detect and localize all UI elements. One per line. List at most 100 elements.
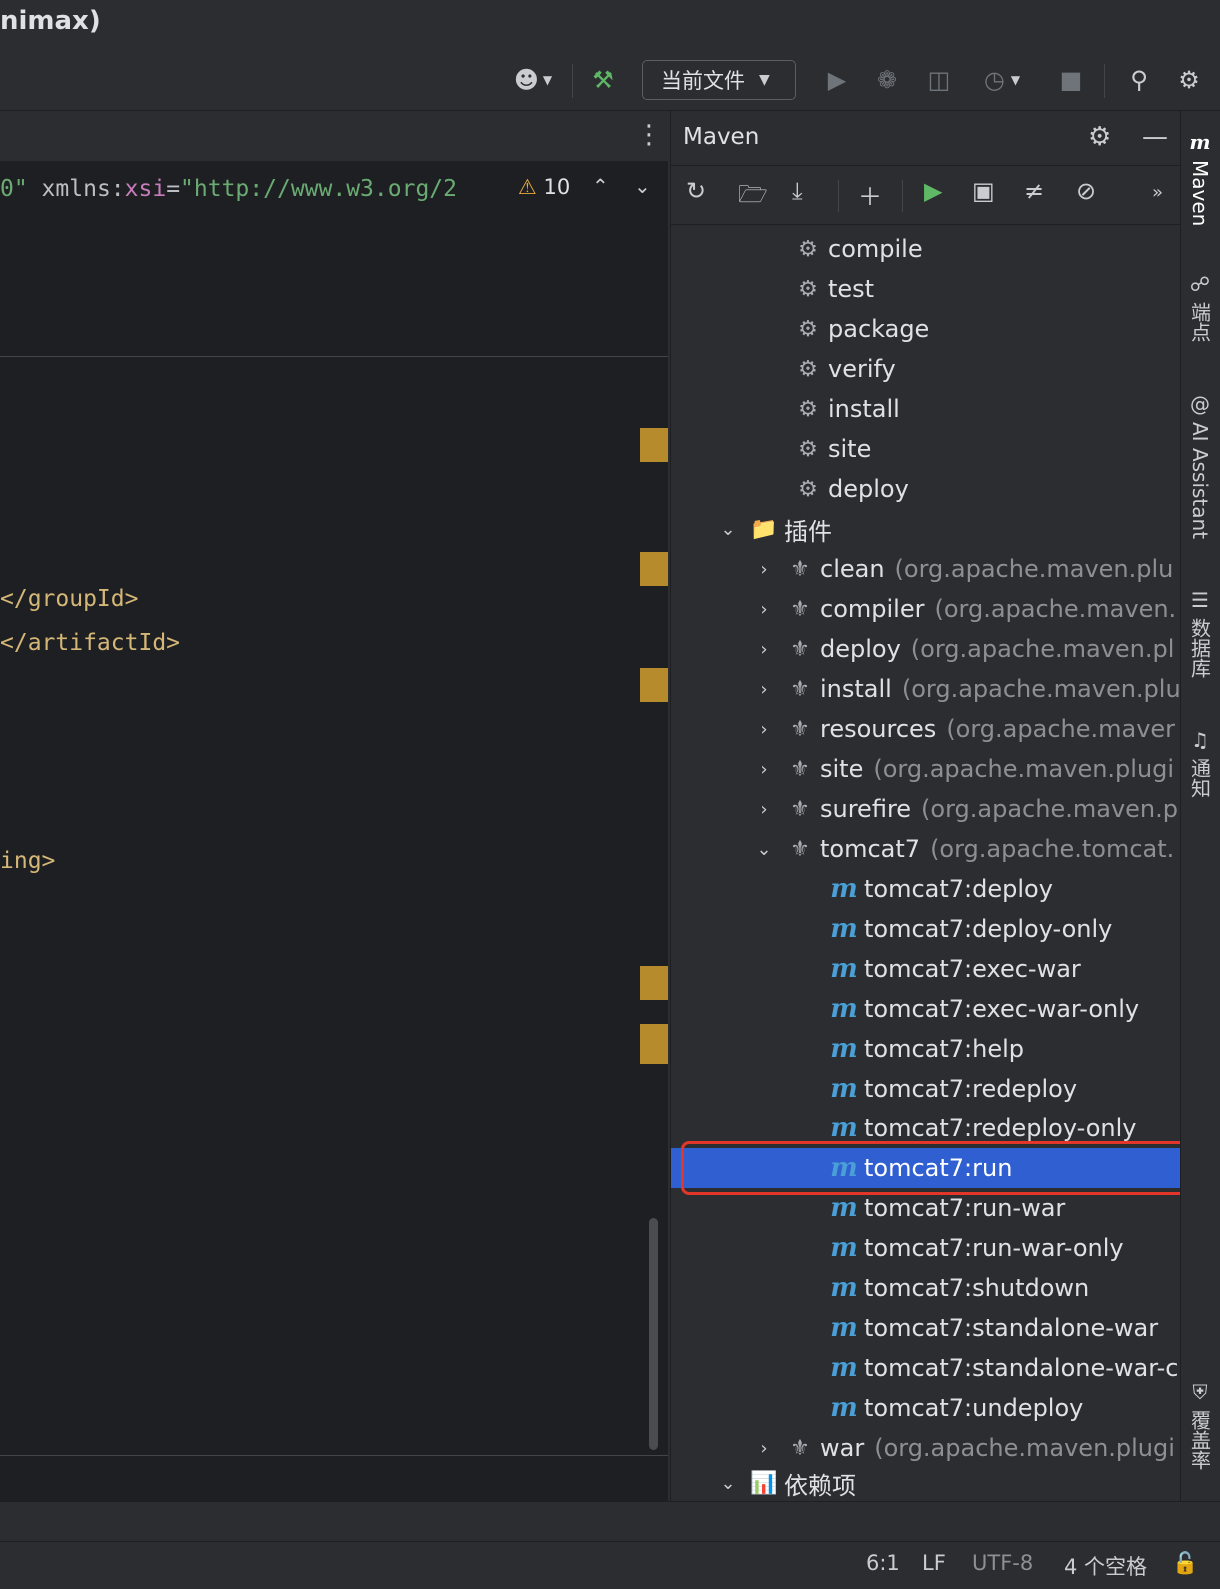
warning-marker[interactable] (640, 552, 668, 586)
plugin-item[interactable]: › ⚜ clean (org.apache.maven.plu (746, 549, 1173, 589)
plugin-item[interactable]: › ⚜ compiler (org.apache.maven. (746, 589, 1176, 629)
plugin-item-tomcat7[interactable]: ⌄ ⚜ tomcat7 (org.apache.tomcat. (746, 829, 1174, 869)
plugin-item[interactable]: › ⚜ resources (org.apache.maver (746, 709, 1175, 749)
settings-icon[interactable]: ⚙ (1172, 64, 1206, 96)
goal-item[interactable]: m tomcat7:run-war-only (826, 1228, 1123, 1268)
warning-marker[interactable] (640, 966, 668, 1000)
sidebar-tab-maven[interactable]: m Maven (1180, 130, 1220, 226)
dependencies-icon: 📊 (750, 1470, 778, 1496)
warning-marker[interactable] (640, 428, 668, 462)
code-editor[interactable] (0, 111, 668, 1501)
gear-icon: ⚙ (798, 276, 818, 302)
toggle-offline-icon[interactable]: ≠ (1024, 177, 1044, 205)
dependencies-node[interactable]: ⌄ 📊 依赖项 (710, 1466, 856, 1500)
lifecycle-item[interactable]: ⚙ site (790, 429, 871, 469)
goal-item[interactable]: m tomcat7:undeploy (826, 1388, 1083, 1428)
goal-item[interactable]: m tomcat7:deploy (826, 869, 1053, 909)
plugin-item[interactable]: › ⚜ surefire (org.apache.maven.p (746, 789, 1178, 829)
lifecycle-item[interactable]: ⚙ test (790, 269, 874, 309)
minimize-icon[interactable]: — (1142, 122, 1168, 152)
lifecycle-item[interactable]: ⚙ deploy (790, 469, 909, 509)
more-icon[interactable]: » (1152, 182, 1163, 203)
goal-item[interactable]: m tomcat7:redeploy (826, 1069, 1077, 1109)
indent-setting[interactable]: 4 个空格 (1064, 1551, 1147, 1581)
more-options-icon[interactable]: ⋮ (636, 122, 662, 148)
execute-goal-icon[interactable]: ▣ (972, 177, 995, 205)
code-line-ing[interactable]: ing> (0, 848, 55, 874)
goal-item[interactable]: m tomcat7:standalone-war-c (826, 1348, 1180, 1388)
profiler-icon[interactable]: ◷ ▼ (974, 64, 1030, 96)
toolbar-separator (1104, 64, 1105, 98)
code-line-artifactid[interactable]: </artifactId> (0, 630, 180, 656)
chevron-right-icon: › (760, 638, 768, 660)
maven-goal-icon: m (830, 1393, 858, 1423)
lifecycle-item[interactable]: ⚙ install (790, 389, 900, 429)
plugins-node[interactable]: ⌄ 📁 插件 (710, 509, 832, 549)
goal-item[interactable]: m tomcat7:deploy-only (826, 909, 1112, 949)
plugin-item[interactable]: › ⚜ site (org.apache.maven.plugi (746, 749, 1174, 789)
goal-item[interactable]: m tomcat7:shutdown (826, 1268, 1089, 1308)
gear-icon: ⚙ (798, 316, 818, 342)
goal-item[interactable]: m tomcat7:standalone-war (826, 1308, 1158, 1348)
sidebar-tab-database[interactable]: ☰ 数据库 (1180, 588, 1220, 678)
coverage-icon[interactable]: ◫ (922, 64, 956, 96)
add-icon[interactable]: ＋ (858, 177, 882, 212)
lock-icon[interactable]: 🔓 (1172, 1551, 1198, 1576)
caret-position[interactable]: 6:1 (866, 1551, 900, 1575)
sidebar-tab-endpoints[interactable]: ☍ 端点 (1180, 272, 1220, 342)
run-config-dropdown[interactable]: 当前文件 ▼ (642, 60, 796, 100)
code-line-namespace[interactable]: 0" xmlns:xsi="http://www.w3.org/2 (0, 176, 457, 202)
sidebar-tab-coverage[interactable]: ⛨ 覆盖率 (1180, 1380, 1220, 1470)
plugins-folder-icon: 📁 (750, 516, 778, 542)
plugin-item[interactable]: › ⚜ install (org.apache.maven.plu (746, 669, 1180, 709)
chevron-down-icon[interactable]: ⌄ (634, 174, 651, 198)
sidebar-tab-notifications[interactable]: ♫ 通知 (1180, 728, 1220, 798)
goal-item[interactable]: m tomcat7:help (826, 1029, 1024, 1069)
window-title: nimax) (0, 6, 101, 36)
plugin-icon: ⚜ (790, 796, 810, 822)
chevron-right-icon: › (760, 558, 768, 580)
stop-icon[interactable]: ■ (1056, 64, 1086, 96)
maven-panel-title: Maven (683, 124, 760, 150)
plugin-item[interactable]: › ⚜ war (org.apache.maven.plugi (746, 1428, 1175, 1468)
goal-item[interactable]: m tomcat7:exec-war-only (826, 989, 1139, 1029)
plugin-icon: ⚜ (790, 756, 810, 782)
title-bar (0, 0, 1220, 50)
toolbar-separator (902, 180, 903, 212)
profile-icon[interactable]: ☻ ▼ (508, 64, 558, 96)
code-line-groupid[interactable]: </groupId> (0, 586, 138, 612)
gear-icon[interactable]: ⚙ (1088, 122, 1111, 152)
chevron-right-icon: › (760, 758, 768, 780)
warning-marker[interactable] (640, 668, 668, 702)
chevron-down-icon: ⌄ (720, 518, 736, 540)
chevron-up-icon[interactable]: ⌃ (592, 174, 609, 198)
lifecycle-item[interactable]: ⚙ compile (790, 229, 922, 269)
maven-goal-icon: m (830, 1233, 858, 1263)
sidebar-tab-ai-assistant[interactable]: @ AI Assistant (1180, 392, 1220, 539)
plugin-icon: ⚜ (790, 676, 810, 702)
warning-marker[interactable] (640, 1024, 668, 1064)
goal-item[interactable]: m tomcat7:exec-war (826, 949, 1081, 989)
lifecycle-item[interactable]: ⚙ package (790, 309, 929, 349)
reload-icon[interactable]: ↻ (686, 177, 706, 205)
run-maven-icon[interactable]: ▶ (924, 177, 942, 205)
gear-icon: ⚙ (798, 236, 818, 262)
search-icon[interactable]: ⚲ (1122, 64, 1156, 96)
skip-tests-icon[interactable]: ⊘ (1076, 177, 1096, 205)
line-separator[interactable]: LF (922, 1551, 946, 1575)
maven-goal-icon: m (830, 914, 858, 944)
download-icon[interactable]: ⤓ (792, 177, 803, 205)
maven-goal-icon: m (830, 1113, 858, 1143)
lifecycle-item[interactable]: ⚙ verify (790, 349, 896, 389)
chevron-right-icon: › (760, 718, 768, 740)
warning-indicator[interactable]: ⚠ 10 (518, 175, 570, 199)
folder-reload-icon[interactable]: 🗁 (738, 177, 768, 218)
plugin-item[interactable]: › ⚜ deploy (org.apache.maven.pl (746, 629, 1174, 669)
maven-goal-icon: m (830, 1074, 858, 1104)
editor-scrollbar[interactable] (649, 1218, 658, 1450)
file-encoding[interactable]: UTF-8 (972, 1551, 1033, 1575)
maven-goal-icon: m (830, 1313, 858, 1343)
build-hammer-icon[interactable]: ⚒ (586, 64, 620, 96)
debug-icon[interactable]: ❁ (872, 64, 902, 96)
run-icon[interactable]: ▶ (822, 64, 852, 96)
